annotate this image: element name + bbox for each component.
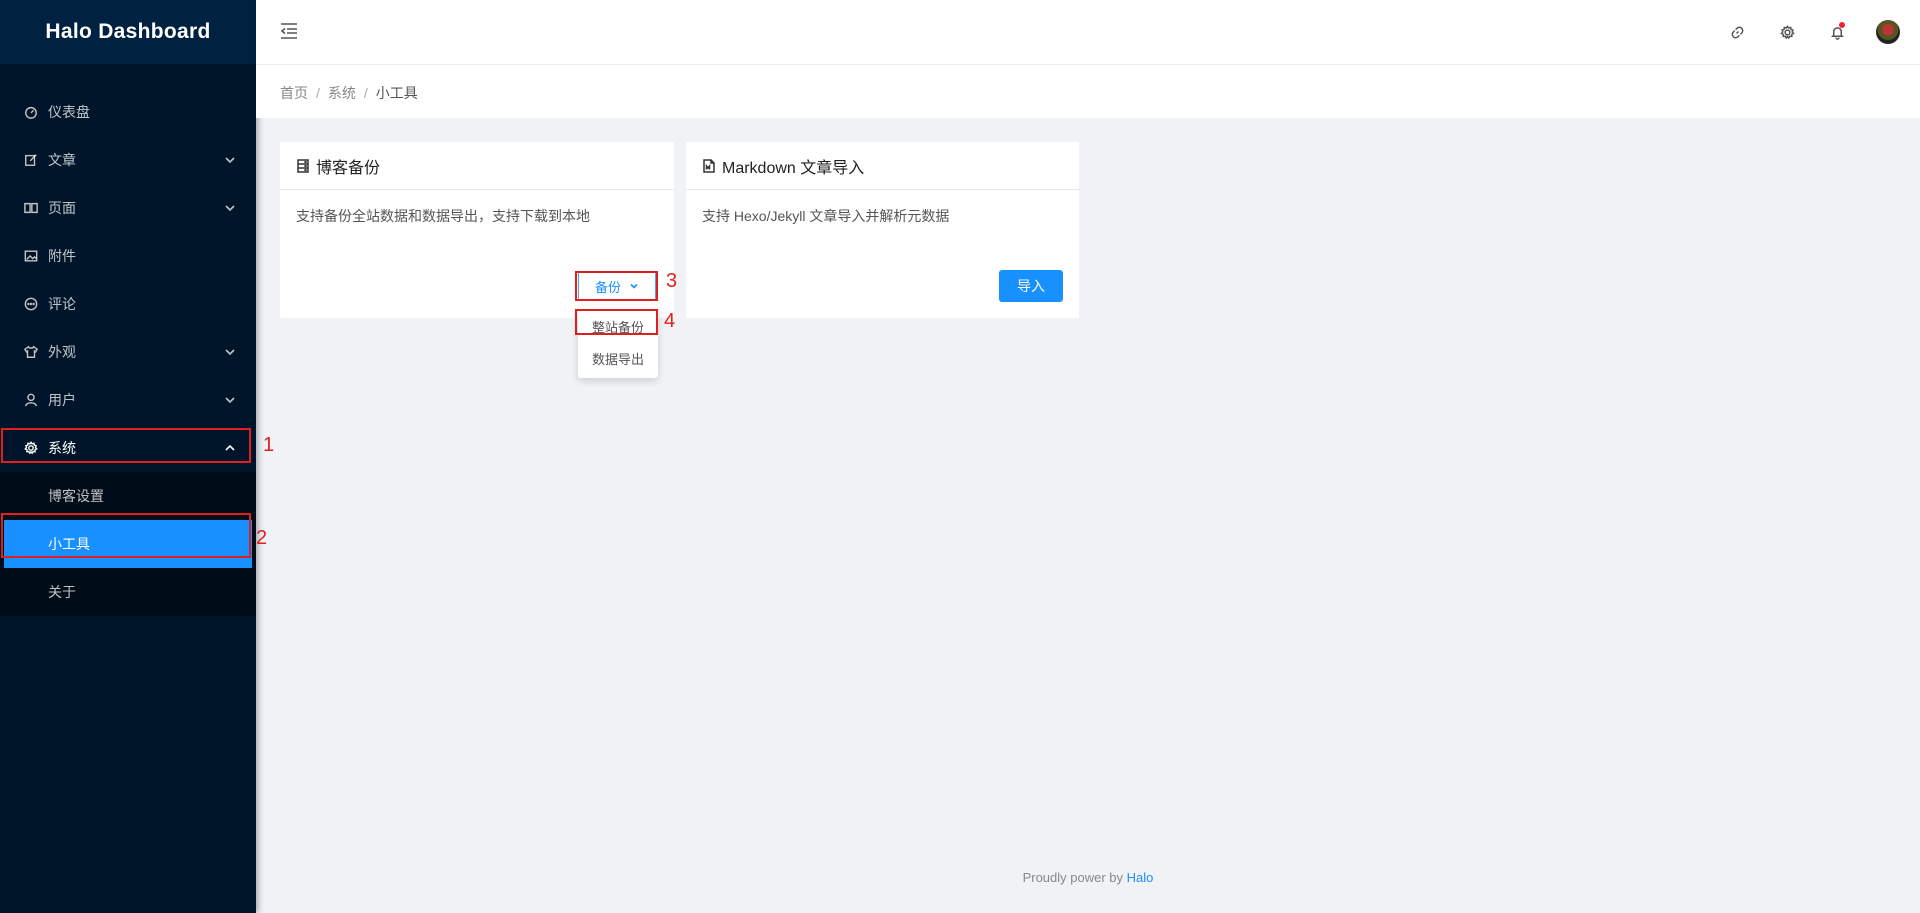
markdown-card-description: 支持 Hexo/Jekyll 文章导入并解析元数据 <box>702 208 950 224</box>
markdown-card-title: Markdown 文章导入 <box>722 159 865 177</box>
menu-fold-icon[interactable] <box>278 20 300 42</box>
sidebar-item-label: 文章 <box>48 152 76 168</box>
file-markdown-icon <box>702 158 716 173</box>
backup-button[interactable]: 备份 <box>578 271 656 301</box>
annotation-number-4: 4 <box>664 310 676 332</box>
top-header <box>256 0 1920 64</box>
sidebar-menu: 仪表盘 文章 页面 附件 评论 外观 用户 系统 博客设置 小工具 关于 <box>0 88 256 616</box>
backup-dropdown-menu: 整站备份 数据导出 <box>578 306 658 378</box>
avatar[interactable] <box>1876 20 1900 44</box>
annotation-number-3: 3 <box>666 270 678 292</box>
breadcrumb-separator: / <box>316 85 320 101</box>
import-button[interactable]: 导入 <box>999 270 1063 302</box>
setting-icon[interactable] <box>1762 0 1812 64</box>
backup-card-title: 博客备份 <box>316 159 381 177</box>
chevron-down-icon <box>224 153 236 165</box>
breadcrumb-system[interactable]: 系统 <box>328 85 356 101</box>
sidebar-subitem-about[interactable]: 关于 <box>0 568 256 616</box>
markdown-import-card: Markdown 文章导入 支持 Hexo/Jekyll 文章导入并解析元数据 … <box>686 142 1079 318</box>
message-icon <box>24 297 38 311</box>
sidebar-item-label: 附件 <box>48 248 76 264</box>
hdd-icon <box>296 158 310 173</box>
user-icon <box>24 393 38 407</box>
sidebar-subitem-tools[interactable]: 小工具 <box>4 520 252 568</box>
chevron-down-icon <box>629 281 639 291</box>
annotation-number-2: 2 <box>256 527 268 549</box>
sidebar-item-label: 系统 <box>48 440 76 456</box>
annotation-number-1: 1 <box>263 434 275 456</box>
backup-card-header: 博客备份 <box>280 142 674 190</box>
sidebar-item-appearance[interactable]: 外观 <box>0 328 256 376</box>
sidebar-item-system[interactable]: 系统 <box>0 424 256 472</box>
sidebar-item-label: 仪表盘 <box>48 104 90 120</box>
backup-card: 博客备份 支持备份全站数据和数据导出，支持下载到本地 备份 <box>280 142 674 318</box>
sidebar-item-label: 页面 <box>48 200 76 216</box>
breadcrumb-separator: / <box>363 85 368 101</box>
sidebar-item-users[interactable]: 用户 <box>0 376 256 424</box>
sidebar-item-pages[interactable]: 页面 <box>0 184 256 232</box>
chevron-down-icon <box>224 345 236 357</box>
sidebar-item-attachments[interactable]: 附件 <box>0 232 256 280</box>
sidebar-item-label: 用户 <box>48 392 76 408</box>
system-submenu: 博客设置 小工具 关于 <box>0 472 256 616</box>
dashboard-icon <box>24 105 38 119</box>
dropdown-item-data-export[interactable]: 数据导出 <box>578 342 658 374</box>
edit-icon <box>24 153 38 167</box>
page-header: 首页 / 系统 / 小工具 <box>256 64 1920 118</box>
sidebar-item-dashboard[interactable]: 仪表盘 <box>0 88 256 136</box>
sidebar-item-posts[interactable]: 文章 <box>0 136 256 184</box>
sidebar-item-comments[interactable]: 评论 <box>0 280 256 328</box>
skin-icon <box>24 345 38 359</box>
sidebar-item-label: 评论 <box>48 296 76 312</box>
link-icon[interactable] <box>1712 0 1762 64</box>
chevron-up-icon <box>224 441 236 453</box>
footer: Proudly power by Halo <box>256 870 1920 885</box>
breadcrumb-home[interactable]: 首页 <box>280 85 308 101</box>
sidebar-item-label: 外观 <box>48 344 76 360</box>
sidebar-subitem-blog-settings[interactable]: 博客设置 <box>0 472 256 520</box>
footer-halo-link[interactable]: Halo <box>1127 870 1154 885</box>
chevron-down-icon <box>224 393 236 405</box>
breadcrumb-current: 小工具 <box>375 85 418 101</box>
header-actions <box>1712 0 1920 64</box>
chevron-down-icon <box>224 201 236 213</box>
backup-button-label: 备份 <box>594 279 621 295</box>
picture-icon <box>24 249 38 263</box>
breadcrumb: 首页 / 系统 / 小工具 <box>280 83 418 103</box>
setting-icon <box>24 441 38 455</box>
app-logo-title[interactable]: Halo Dashboard <box>0 0 256 64</box>
read-icon <box>24 201 38 215</box>
markdown-card-header: Markdown 文章导入 <box>686 142 1079 190</box>
footer-text: Proudly power by <box>1022 870 1124 885</box>
notification-dot <box>1839 22 1845 28</box>
backup-card-description: 支持备份全站数据和数据导出，支持下载到本地 <box>296 208 590 224</box>
bell-icon[interactable] <box>1812 0 1862 64</box>
dropdown-item-full-backup[interactable]: 整站备份 <box>578 310 658 342</box>
sidebar: Halo Dashboard 仪表盘 文章 页面 附件 评论 外观 用户 系统 … <box>0 0 256 913</box>
